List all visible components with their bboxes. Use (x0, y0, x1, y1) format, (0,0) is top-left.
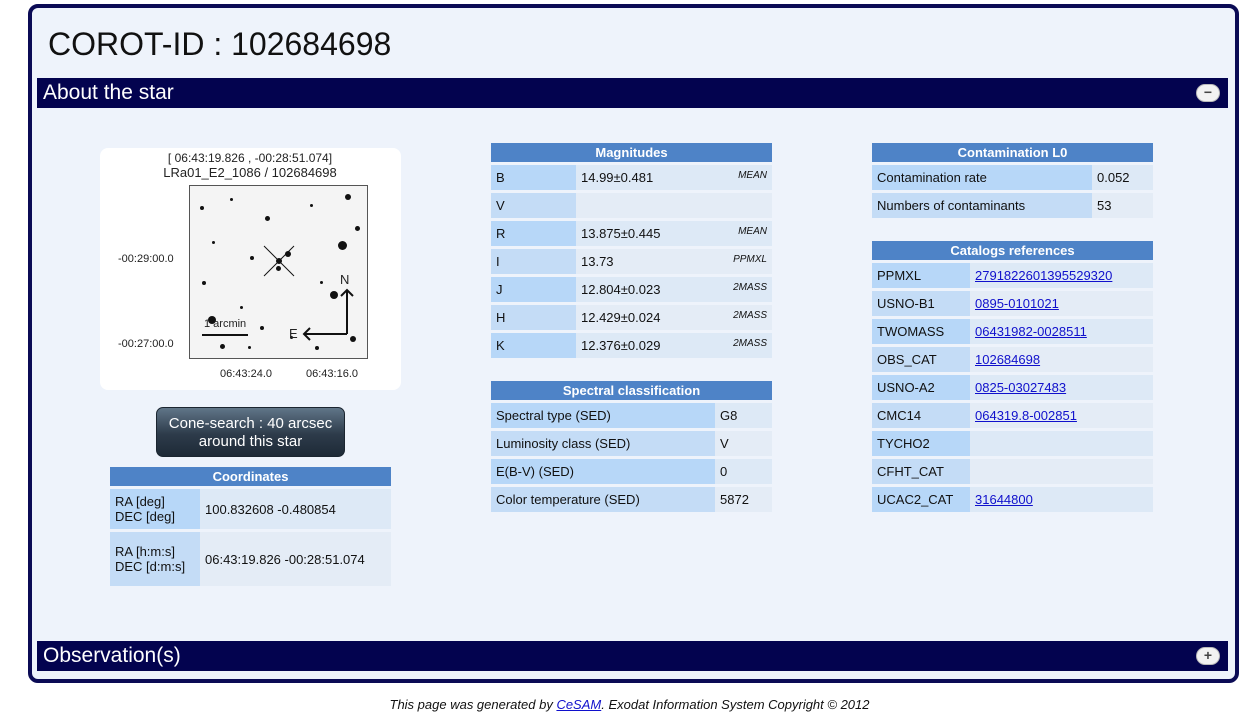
mag-value: 12.804±0.023 (581, 282, 661, 297)
spectral-header: Spectral classification (491, 381, 772, 400)
mag-value: 13.73 (581, 254, 614, 269)
coord-key: RA [h:m:s] DEC [d:m:s] (110, 532, 200, 586)
magnitudes-header: Magnitudes (491, 143, 772, 162)
mag-source: MEAN (738, 226, 767, 237)
about-section-title: About the star (43, 81, 174, 104)
mag-source: 2MASS (733, 338, 767, 349)
mag-source: PPMXL (733, 254, 767, 265)
catalog-name: CFHT_CAT (872, 459, 970, 484)
page-title: COROT-ID : 102684698 (48, 26, 392, 62)
contamination-key: Numbers of contaminants (872, 193, 1092, 218)
catalog-value-empty (970, 431, 1153, 456)
main-panel: COROT-ID : 102684698 About the star − Ob… (28, 4, 1239, 683)
coord-key: RA [deg] DEC [deg] (110, 489, 200, 529)
coord-value: 100.832608 -0.480854 (200, 489, 391, 529)
mag-band: I (491, 249, 576, 274)
spectral-key: E(B-V) (SED) (491, 459, 715, 484)
x-tick-label: 06:43:24.0 (220, 368, 272, 380)
collapse-toggle-button[interactable]: − (1196, 84, 1220, 102)
catalog-link[interactable]: 2791822601395529320 (975, 268, 1112, 283)
scale-bar-label: 1 arcmin (204, 318, 247, 330)
coord-value: 06:43:19.826 -00:28:51.074 (200, 532, 391, 586)
footer-prefix: This page was generated by (389, 697, 557, 712)
catalog-link[interactable]: 102684698 (975, 352, 1040, 367)
catalog-name: CMC14 (872, 403, 970, 428)
cone-search-button[interactable]: Cone-search : 40 arcsec around this star (156, 407, 345, 457)
catalog-link[interactable]: 064319.8-002851 (975, 408, 1077, 423)
contamination-header: Contamination L0 (872, 143, 1153, 162)
catalog-name: PPMXL (872, 263, 970, 288)
catalog-name: USNO-A2 (872, 375, 970, 400)
catalogs-header: Catalogs references (872, 241, 1153, 260)
image-coords: [ 06:43:19.826 , -00:28:51.074] (167, 151, 333, 165)
observations-section-header[interactable]: Observation(s) + (37, 641, 1228, 671)
contamination-key: Contamination rate (872, 165, 1092, 190)
footer-suffix: . Exodat Information System Copyright © … (601, 697, 870, 712)
mag-value: 14.99±0.481 (581, 170, 654, 185)
catalogs-table: Catalogs references PPMXL 279182260139552… (872, 238, 1153, 515)
catalog-link[interactable]: 06431982-0028511 (975, 324, 1087, 339)
contamination-value: 53 (1092, 193, 1153, 218)
image-star-name: LRa01_E2_1086 / 102684698 (163, 165, 337, 180)
catalog-value-empty (970, 459, 1153, 484)
mag-value: 12.429±0.024 (581, 310, 661, 325)
mag-band: B (491, 165, 576, 190)
catalog-link[interactable]: 0895-0101021 (975, 296, 1059, 311)
spectral-table: Spectral classification Spectral type (S… (491, 378, 772, 515)
mag-source: 2MASS (733, 310, 767, 321)
coordinates-table: Coordinates RA [deg] DEC [deg] 100.832608… (110, 464, 391, 589)
catalog-name: TWOMASS (872, 319, 970, 344)
cesam-link[interactable]: CeSAM (556, 697, 601, 712)
observations-section-title: Observation(s) (43, 644, 181, 667)
catalog-name: TYCHO2 (872, 431, 970, 456)
catalog-name: USNO-B1 (872, 291, 970, 316)
catalog-link[interactable]: 0825-03027483 (975, 380, 1066, 395)
finder-chart: [ 06:43:19.826 , -00:28:51.074] LRa01_E2… (100, 148, 401, 390)
spectral-key: Luminosity class (SED) (491, 431, 715, 456)
star-field-image: 1 arcmin N E (189, 185, 368, 359)
mag-value: 13.875±0.445 (581, 226, 661, 241)
mag-source: 2MASS (733, 282, 767, 293)
catalog-name: UCAC2_CAT (872, 487, 970, 512)
x-tick-label: 06:43:16.0 (306, 368, 358, 380)
y-tick-label: -00:29:00.0 (118, 253, 174, 265)
mag-band: R (491, 221, 576, 246)
spectral-value: 5872 (715, 487, 772, 512)
spectral-value: V (715, 431, 772, 456)
spectral-key: Spectral type (SED) (491, 403, 715, 428)
coordinates-header: Coordinates (110, 467, 391, 486)
north-label: N (340, 272, 350, 287)
mag-source: MEAN (738, 170, 767, 181)
catalog-name: OBS_CAT (872, 347, 970, 372)
y-tick-label: -00:27:00.0 (118, 338, 174, 350)
catalog-link[interactable]: 31644800 (975, 492, 1033, 507)
expand-toggle-button[interactable]: + (1196, 647, 1220, 665)
mag-band: H (491, 305, 576, 330)
mag-value: 12.376±0.029 (581, 338, 661, 353)
mag-band: J (491, 277, 576, 302)
mag-band: V (491, 193, 576, 218)
spectral-key: Color temperature (SED) (491, 487, 715, 512)
about-section-header[interactable]: About the star − (37, 78, 1228, 108)
magnitudes-table: Magnitudes B MEAN 14.99±0.481 V R MEAN 13.87… (491, 140, 772, 361)
east-label: E (289, 326, 298, 341)
mag-band: K (491, 333, 576, 358)
contamination-table: Contamination L0 Contamination rate 0.052… (872, 140, 1153, 221)
spectral-value: G8 (715, 403, 772, 428)
footer: This page was generated by CeSAM. Exodat… (0, 697, 1259, 712)
spectral-value: 0 (715, 459, 772, 484)
contamination-value: 0.052 (1092, 165, 1153, 190)
